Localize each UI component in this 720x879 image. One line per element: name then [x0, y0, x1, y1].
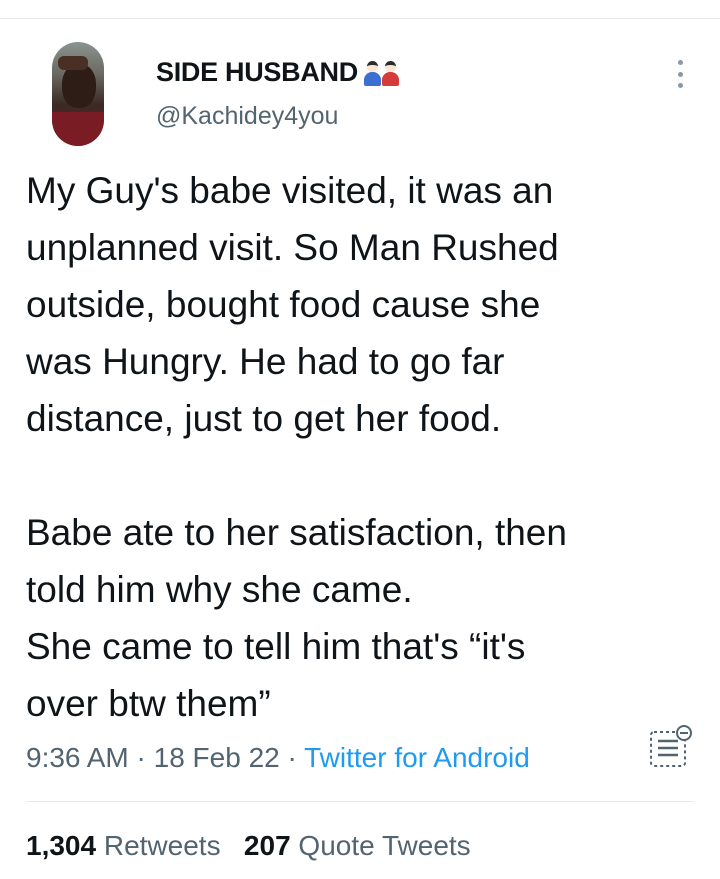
quotes-count: 207 — [243, 830, 291, 861]
tweet-text: My Guy's babe visited, it was an unplann… — [26, 162, 706, 732]
tweet-line: outside, bought food cause she — [26, 284, 541, 325]
tweet-line: She came to tell him that's “it's — [26, 626, 526, 667]
stats-divider — [26, 801, 694, 802]
tweet-line: My Guy's babe visited, it was an — [26, 170, 554, 211]
tweet-source-link[interactable]: Twitter for Android — [304, 742, 530, 773]
more-vertical-icon[interactable] — [672, 60, 688, 88]
author-handle[interactable]: @Kachidey4you — [156, 102, 338, 131]
tweet-line: was Hungry. He had to go far — [26, 341, 505, 382]
doll-left-icon — [363, 60, 381, 86]
meta-separator: · — [279, 742, 305, 773]
tweet-stats: 1,304 Retweets 207 Quote Tweets — [26, 830, 471, 862]
avatar[interactable] — [52, 42, 104, 146]
meta-separator: · — [128, 742, 154, 773]
avatar-hand — [58, 56, 88, 70]
quotes-label: Quote Tweets — [298, 830, 471, 861]
tweet-meta: 9:36 AM · 18 Feb 22 · Twitter for Androi… — [26, 742, 530, 774]
author-display-name[interactable]: SIDE HUSBAND — [156, 57, 399, 88]
tweet-line: told him why she came. — [26, 569, 413, 610]
tweet-line: over btw them” — [26, 683, 271, 724]
avatar-shirt — [52, 112, 104, 146]
tweet-line: unplanned visit. So Man Rushed — [26, 227, 559, 268]
quote-tweets-link[interactable]: 207 Quote Tweets — [244, 830, 471, 861]
tweet-time[interactable]: 9:36 AM — [26, 742, 129, 773]
analytics-icon[interactable] — [648, 724, 694, 770]
retweets-label: Retweets — [103, 830, 221, 861]
doll-right-icon — [381, 60, 399, 86]
top-divider — [0, 18, 720, 19]
avatar-face — [62, 64, 96, 108]
couple-dolls-emoji-icon — [363, 60, 399, 86]
tweet-line: Babe ate to her satisfaction, then — [26, 512, 567, 553]
retweets-link[interactable]: 1,304 Retweets — [26, 830, 221, 861]
display-name-text: SIDE HUSBAND — [156, 57, 358, 87]
tweet-line: distance, just to get her food. — [26, 398, 502, 439]
tweet-date[interactable]: 18 Feb 22 — [154, 742, 280, 773]
retweets-count: 1,304 — [26, 830, 97, 861]
